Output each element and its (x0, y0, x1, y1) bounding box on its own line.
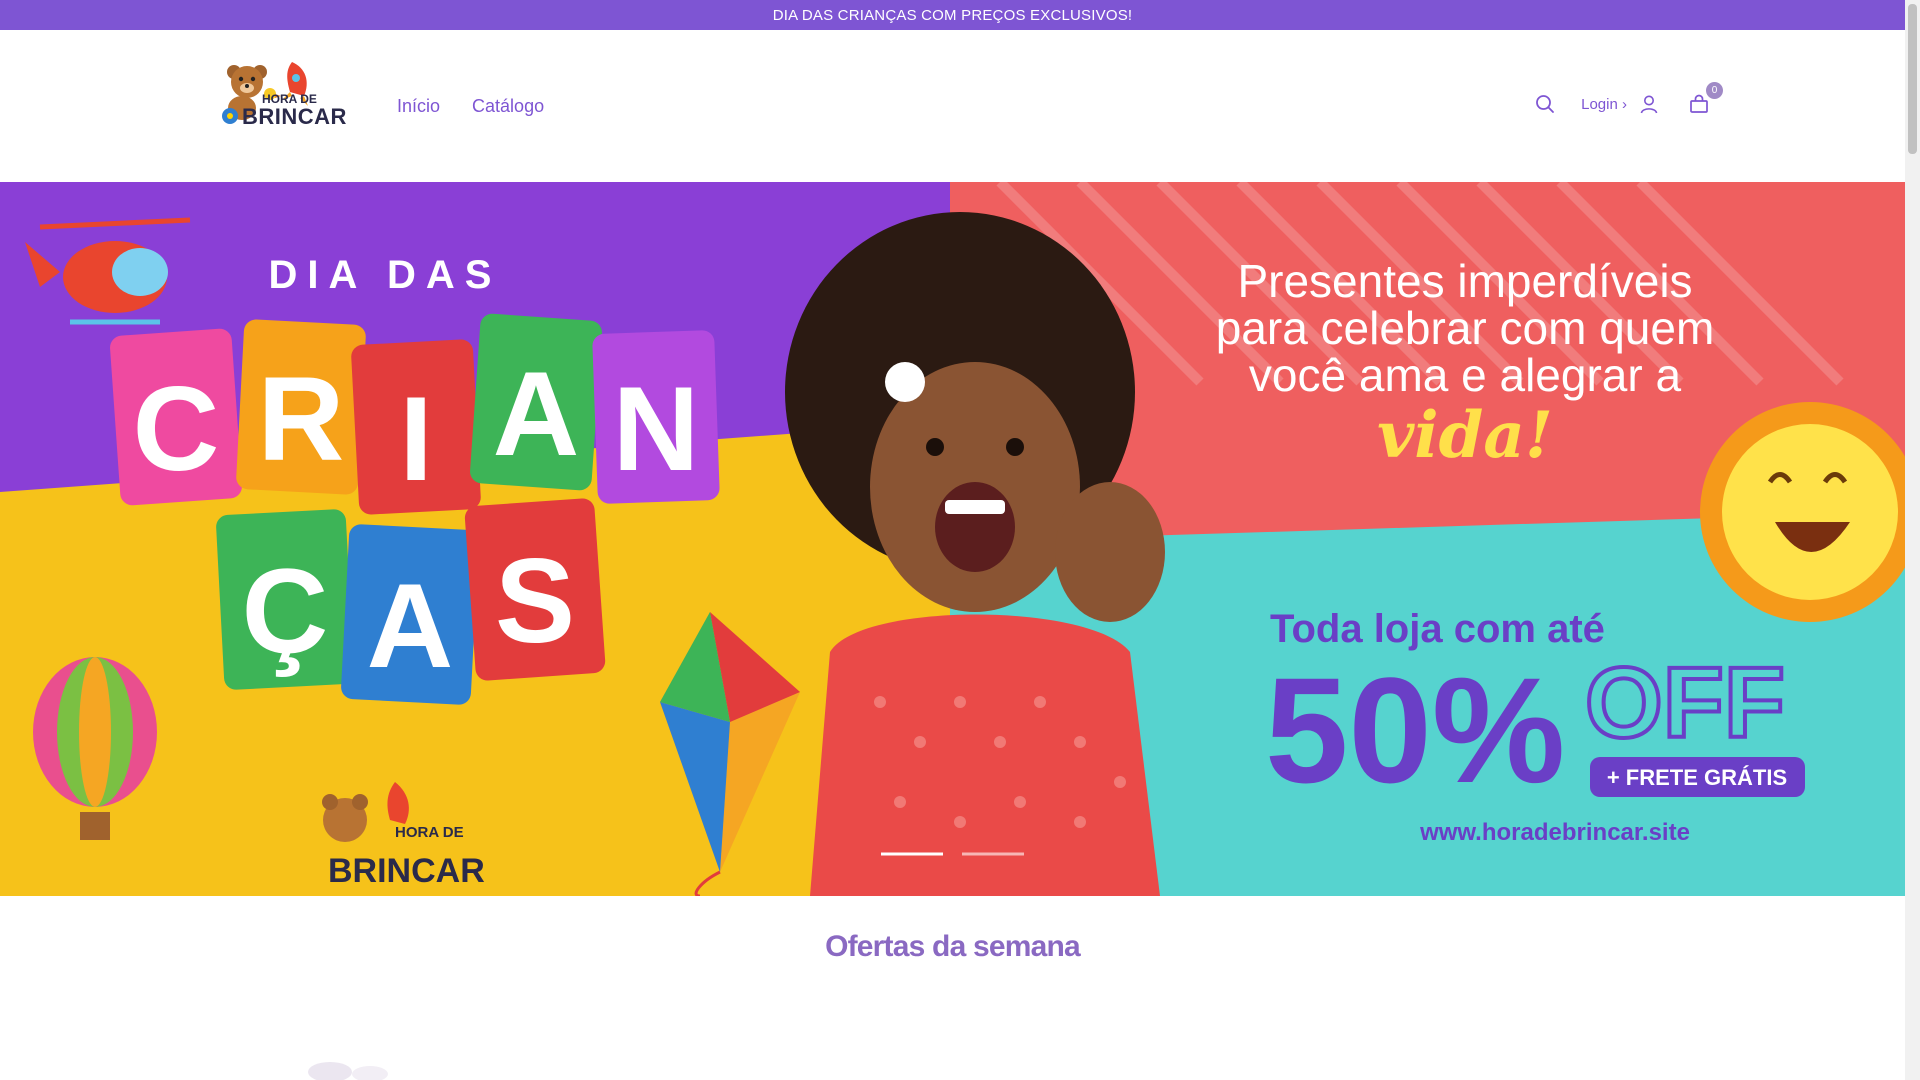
login-link[interactable]: Login › (1581, 96, 1627, 113)
logo-line2: BRINCAR (242, 104, 347, 129)
svg-text:I: I (399, 372, 432, 506)
svg-text:+ FRETE GRÁTIS: + FRETE GRÁTIS (1607, 765, 1787, 790)
nav-catalogo[interactable]: Catálogo (472, 96, 544, 117)
svg-text:S: S (495, 534, 575, 668)
svg-text:N: N (613, 362, 700, 496)
page: DIA DAS CRIANÇAS COM PREÇOS EXCLUSIVOS! (0, 0, 1905, 1080)
header-tools: Login › 0 (1535, 82, 1723, 114)
site-header: HORA DE BRINCAR Início Catálogo Login › (0, 30, 1905, 182)
hero-banner[interactable]: DIA DAS C R I A N Ç A S HORA DE BRINCAR … (0, 182, 1905, 896)
bag-icon (1690, 94, 1708, 113)
user-icon[interactable] (1639, 94, 1659, 114)
letter-tiles-row2: Ç A S (216, 498, 606, 705)
svg-text:A: A (367, 559, 454, 693)
svg-text:BRINCAR: BRINCAR (328, 852, 485, 890)
hero-dia-das: DIA DAS (269, 253, 502, 297)
scrollbar-thumb[interactable] (1908, 4, 1917, 154)
svg-text:HORA DE: HORA DE (395, 824, 464, 841)
cart-count-badge: 0 (1706, 82, 1723, 99)
hero-banner-image: DIA DAS C R I A N Ç A S HORA DE BRINCAR … (0, 182, 1905, 896)
product-peek (300, 1050, 400, 1080)
svg-text:Toda loja com até: Toda loja com até (1270, 607, 1605, 651)
svg-text:A: A (493, 347, 580, 481)
announcement-text: DIA DAS CRIANÇAS COM PREÇOS EXCLUSIVOS! (772, 6, 1133, 24)
main-nav: Início Catálogo (397, 96, 544, 117)
svg-text:Presentes imperdíveis: Presentes imperdíveis (1237, 255, 1692, 307)
svg-text:você ama e alegrar a: você ama e alegrar a (1249, 349, 1682, 401)
svg-text:para celebrar com quem: para celebrar com quem (1216, 302, 1715, 354)
svg-text:50%: 50% (1265, 646, 1565, 814)
brand-logo[interactable]: HORA DE BRINCAR (220, 58, 346, 142)
svg-text:Ç: Ç (242, 544, 329, 678)
svg-text:vida!: vida! (1377, 398, 1553, 473)
cart-button[interactable]: 0 (1689, 82, 1723, 114)
svg-text:www.horadebrincar.site: www.horadebrincar.site (1419, 819, 1690, 846)
svg-text:R: R (258, 352, 345, 486)
search-icon[interactable] (1535, 94, 1555, 114)
letter-tiles-row1: C R I A N (110, 313, 720, 515)
svg-text:OFF: OFF (1585, 647, 1785, 759)
svg-text:C: C (133, 362, 220, 496)
announcement-bar: DIA DAS CRIANÇAS COM PREÇOS EXCLUSIVOS! (0, 0, 1905, 30)
nav-inicio[interactable]: Início (397, 96, 440, 117)
section-title: Ofertas da semana (825, 930, 1081, 963)
page-scrollbar[interactable] (1905, 0, 1920, 1080)
